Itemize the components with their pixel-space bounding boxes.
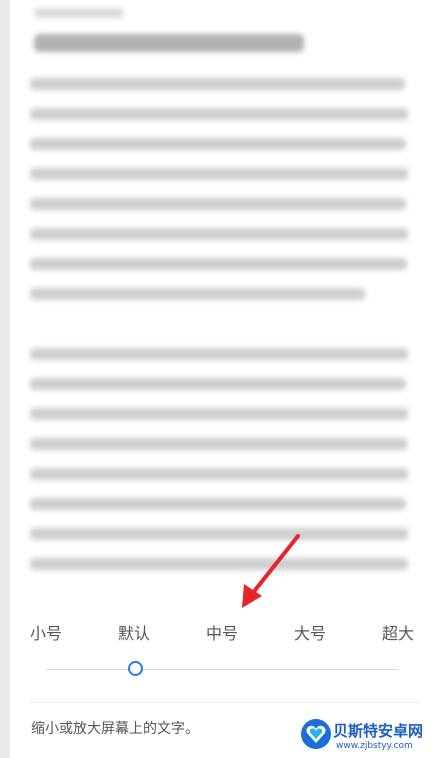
font-size-slider-track[interactable] xyxy=(46,669,398,670)
font-size-slider-thumb[interactable] xyxy=(128,661,143,676)
preview-blurred-line xyxy=(30,378,406,390)
preview-blurred-line xyxy=(30,228,408,240)
preview-blurred-title xyxy=(34,34,304,52)
preview-blurred-line xyxy=(30,468,408,480)
font-size-option-large[interactable]: 大号 xyxy=(294,620,326,644)
preview-blurred-line xyxy=(30,138,406,150)
site-watermark: 贝斯特安卓网 www.zjbstyy.com xyxy=(300,716,436,758)
preview-blurred-line xyxy=(30,78,405,90)
font-size-option-medium[interactable]: 中号 xyxy=(206,620,238,644)
preview-blurred-line xyxy=(30,258,407,270)
arrow-shaft xyxy=(250,534,300,596)
font-size-option-extra-large[interactable]: 超大 xyxy=(382,620,414,644)
font-size-option-small[interactable]: 小号 xyxy=(30,620,62,644)
preview-blurred-line xyxy=(30,528,408,540)
watermark-title: 贝斯特安卓网 xyxy=(333,722,424,740)
preview-blurred-line xyxy=(30,348,408,360)
preview-blurred-line xyxy=(30,168,408,180)
preview-text-area xyxy=(30,8,420,580)
font-size-description: 缩小或放大屏幕上的文字。 xyxy=(31,721,199,737)
preview-blurred-line xyxy=(30,408,408,420)
preview-blurred-line xyxy=(30,438,407,450)
font-size-options: 小号 默认 中号 大号 超大 xyxy=(0,612,436,652)
preview-blurred-header xyxy=(34,8,124,18)
section-divider xyxy=(30,702,420,703)
watermark-url: www.zjbstyy.com xyxy=(336,741,413,751)
preview-blurred-line xyxy=(30,558,408,570)
preview-blurred-line xyxy=(30,198,406,210)
preview-blurred-line xyxy=(30,108,408,120)
font-size-settings-screen: 小号 默认 中号 大号 超大 缩小或放大屏幕上的文字。 贝斯特安卓网 www.z… xyxy=(0,0,436,758)
preview-blurred-line xyxy=(30,288,365,300)
font-size-option-default[interactable]: 默认 xyxy=(118,620,150,644)
preview-blurred-line xyxy=(30,498,406,510)
red-arrow-annotation-icon xyxy=(242,534,300,608)
heart-shield-logo-icon xyxy=(301,719,331,749)
